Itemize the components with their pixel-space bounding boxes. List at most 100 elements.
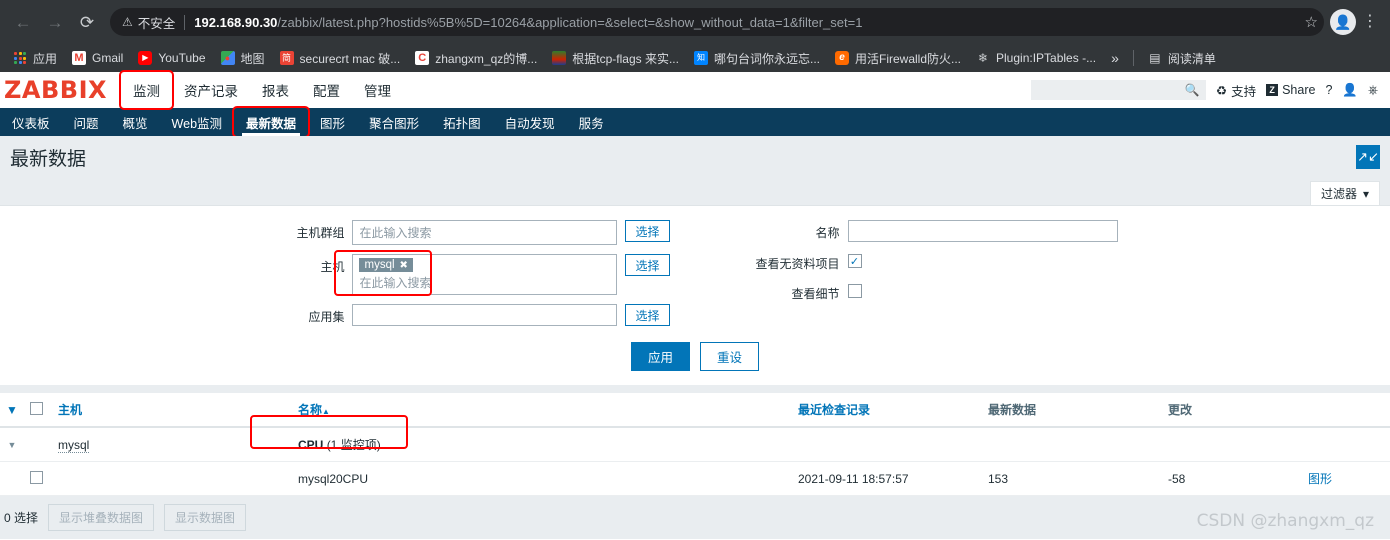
subnav-item-graphs[interactable]: 图形 [308,108,357,136]
user-settings-icon[interactable]: 👤 [1342,83,1358,98]
bookmarks-overflow-icon[interactable]: » [1104,50,1126,66]
bookmark-gmail[interactable]: M Gmail [65,48,130,68]
profile-avatar-icon[interactable]: 👤 [1330,9,1356,35]
collapse-all-icon[interactable]: ▼ [0,393,24,428]
filter-row-name: 名称 [730,220,1118,242]
bookmark-star-icon[interactable]: ☆ [1297,13,1318,31]
bookmark-maps[interactable]: ● 地图 [214,47,272,70]
forward-icon[interactable]: → [40,7,70,37]
group-change-cell [1162,427,1302,462]
filter-columns: 主机群组 在此输入搜索 选择 主机 mysql ✖ 在此输入搜索 选择 应用集 … [0,220,1390,326]
reading-list-button[interactable]: ▤ 阅读清单 [1141,47,1223,70]
item-arrow-cell [0,461,24,496]
header-right: 🔍 ♻ 支持 Z Share ? 👤 ⎈ [1030,80,1390,100]
name-input[interactable] [847,220,1118,242]
bookmark-label: 根据tcp-flags 来实... [572,51,679,66]
group-host-cell: mysql [52,427,292,462]
selected-count: 0 选择 [4,511,39,525]
subnav-item-discovery[interactable]: 自动发现 [493,108,567,136]
subnav-item-maps[interactable]: 拓扑图 [431,108,493,136]
subnav-item-dashboard[interactable]: 仪表板 [0,108,62,136]
nav-item-reports[interactable]: 报表 [250,72,301,108]
display-stacked-graph-button[interactable]: 显示堆叠数据图 [48,504,155,531]
host-link-mysql[interactable]: mysql [58,437,90,453]
subnav-item-services[interactable]: 服务 [567,108,616,136]
graph-link[interactable]: 图形 [1308,472,1332,486]
filter-row-application: 应用集 选择 [272,304,670,326]
application-name: CPU [298,438,324,452]
group-last-check-cell [792,427,982,462]
toolbar-right: 👤 ⋮ [1330,9,1382,35]
subnav-item-screens[interactable]: 聚合图形 [357,108,431,136]
application-input[interactable] [352,304,618,326]
subnav-item-web[interactable]: Web监测 [160,108,234,136]
host-select-button[interactable]: 选择 [625,254,670,276]
page-title: 最新数据 [10,148,87,170]
header-last-check[interactable]: 最近检查记录 [792,393,982,428]
apply-button[interactable]: 应用 [630,342,690,371]
reset-button[interactable]: 重设 [700,342,760,371]
share-link[interactable]: Z Share [1266,83,1315,97]
sub-navigation: 仪表板 问题 概览 Web监测 最新数据 图形 聚合图形 拓扑图 自动发现 服务 [0,106,1390,138]
select-all-cell [24,393,52,428]
bookmark-apps[interactable]: 应用 [6,47,64,70]
search-icon[interactable]: 🔍 [1185,83,1200,97]
sign-out-icon[interactable]: ⎈ [1368,83,1378,98]
subnav-item-overview[interactable]: 概览 [111,108,160,136]
chrome-menu-icon[interactable]: ⋮ [1358,14,1382,30]
gmail-icon: M [72,51,87,65]
show-without-data-checkbox[interactable]: ✓ [847,254,862,268]
header-name[interactable]: 名称▲ [292,393,792,428]
address-bar[interactable]: ⚠ 不安全 192.168.90.30/zabbix/latest.php?ho… [110,8,1324,36]
expand-group-icon[interactable]: ▼ [0,427,24,462]
bookmark-label: securecrt mac 破... [299,51,401,66]
display-graph-button[interactable]: 显示数据图 [164,504,247,531]
global-search-input[interactable] [1036,83,1185,97]
nav-item-inventory[interactable]: 资产记录 [172,72,250,108]
reading-list-icon: ▤ [1149,51,1161,65]
bookmark-label: 应用 [33,51,58,66]
show-without-data-label: 查看无资料项目 [755,257,840,271]
item-action-cell: 图形 [1302,461,1390,496]
global-search-box[interactable]: 🔍 [1030,80,1206,100]
group-last-value-cell [982,427,1162,462]
zabbix-header: ZABBIX 监测 资产记录 报表 配置 管理 🔍 ♻ 支持 Z Share ?… [0,70,1390,110]
url-text: 192.168.90.30/zabbix/latest.php?hostids%… [194,15,862,30]
bookmark-tcp-flags[interactable]: 根据tcp-flags 来实... [545,47,686,70]
host-input[interactable]: mysql ✖ 在此输入搜索 [352,254,618,295]
latest-data-table-wrap: ▼ 主机 名称▲ 最近检查记录 最新数据 更改 ▼ mysql CPU (1 监… [0,393,1390,496]
help-link[interactable]: ? [1325,83,1332,97]
host-group-input[interactable]: 在此输入搜索 [352,220,618,245]
back-icon[interactable]: ← [8,7,38,37]
filter-tab[interactable]: 过滤器 ▾ [1309,181,1380,205]
filter-tab-bar: 过滤器 ▾ [0,178,1390,206]
bookmark-securecrt[interactable]: 简 securecrt mac 破... [273,47,408,70]
nav-item-monitoring[interactable]: 监测 [119,70,174,110]
host-group-placeholder: 在此输入搜索 [359,226,432,240]
show-details-checkbox[interactable] [847,284,862,298]
subnav-item-latest-data[interactable]: 最新数据 [232,106,311,138]
close-icon[interactable]: ✖ [400,260,408,271]
kiosk-mode-button[interactable]: ↗↙ [1356,145,1380,169]
host-placeholder: 在此输入搜索 [359,276,432,290]
item-checkbox-cell [24,461,52,496]
row-checkbox[interactable] [30,470,43,484]
header-action [1302,393,1390,428]
bookmark-iptables-plugin[interactable]: ❄ Plugin:IPTables -... [969,48,1103,68]
support-link[interactable]: ♻ 支持 [1216,81,1256,100]
application-select-button[interactable]: 选择 [625,304,670,326]
bookmark-firewalld[interactable]: e 用活Firewalld防火... [828,47,968,70]
bookmark-youtube[interactable]: ▶ YouTube [131,48,212,68]
bookmarks-bar: 应用 M Gmail ▶ YouTube ● 地图 简 securecrt ma… [0,44,1390,72]
subnav-item-problems[interactable]: 问题 [62,108,111,136]
bookmark-csdn-blog[interactable]: C zhangxm_qz的博... [408,47,544,70]
header-host[interactable]: 主机 [52,393,292,428]
jianshu-icon: 简 [279,51,294,65]
host-group-select-button[interactable]: 选择 [625,220,670,242]
bookmark-zhihu[interactable]: 知 哪句台词你永远忘... [687,47,827,70]
select-all-checkbox[interactable] [30,401,43,415]
reload-icon[interactable]: ⟳ [72,7,102,37]
nav-item-administration[interactable]: 管理 [352,72,403,108]
nav-item-configuration[interactable]: 配置 [301,72,352,108]
host-chip-mysql[interactable]: mysql ✖ [359,258,413,272]
